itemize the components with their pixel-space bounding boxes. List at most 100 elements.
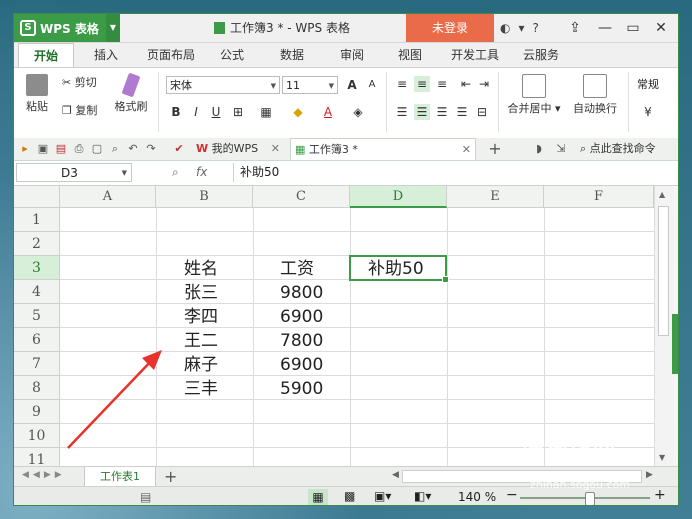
app-name: WPS 表格 — [40, 21, 99, 36]
scroll-left-icon[interactable]: ◀ — [392, 470, 399, 480]
zoom-level[interactable]: 140 % — [458, 490, 496, 504]
tab-data[interactable]: 数据 — [270, 43, 314, 67]
normal-view-icon[interactable]: ▦ — [308, 489, 328, 505]
cut-button[interactable]: ✂ 剪切 — [62, 74, 97, 90]
font-name-select[interactable]: 宋体 ▼ — [166, 76, 280, 94]
align-top-icon[interactable]: ≡ — [394, 76, 410, 92]
bold-button[interactable]: B — [168, 104, 184, 120]
font-color-icon[interactable]: A — [320, 104, 336, 120]
redo-icon[interactable]: ↷ — [144, 142, 158, 156]
chevron-down-icon[interactable]: ▼ — [106, 14, 120, 42]
arrow-icon[interactable]: ⇲ — [554, 142, 568, 156]
zoom-slider-knob[interactable] — [585, 492, 595, 505]
doc-tab-current[interactable]: ▦ 工作簿3 * ✕ — [290, 138, 476, 160]
italic-button[interactable]: I — [188, 104, 204, 120]
tab-review[interactable]: 审阅 — [330, 43, 374, 67]
wps-logo-icon: S — [20, 20, 36, 36]
print-preview-icon[interactable]: ▢ — [90, 142, 104, 156]
formula-input[interactable]: 补助50 — [233, 163, 676, 182]
close-button[interactable]: ✕ — [648, 14, 674, 42]
new-tab-icon[interactable]: + — [488, 141, 502, 157]
indent-decrease-icon[interactable]: ⇤ — [458, 76, 474, 92]
tab-view[interactable]: 视图 — [388, 43, 432, 67]
help-button[interactable]: ? — [533, 21, 539, 35]
currency-icon[interactable]: ¥ — [640, 104, 656, 120]
justify-icon[interactable]: ☰ — [454, 104, 470, 120]
page-layout-view-icon[interactable]: ▣▾ — [374, 489, 391, 503]
tab-page-layout[interactable]: 页面布局 — [138, 43, 204, 67]
watermark-url: zhinan.sogou.com — [530, 478, 631, 491]
page-break-view-icon[interactable]: ▩ — [344, 489, 355, 503]
font-size-select[interactable]: 11 ▼ — [282, 76, 338, 94]
align-bottom-icon[interactable]: ≡ — [434, 76, 450, 92]
align-middle-icon[interactable]: ≡ — [414, 76, 430, 92]
side-panel-handle[interactable] — [672, 314, 678, 374]
scroll-up-icon[interactable]: ▲ — [659, 190, 665, 199]
chevron-icon[interactable]: ◗ — [532, 142, 546, 156]
align-left-icon[interactable]: ☰ — [394, 104, 410, 120]
zoom-search-icon[interactable]: ⌕ — [172, 163, 179, 182]
find-icon[interactable]: ⌕ — [108, 142, 122, 156]
wps-icon: W — [196, 142, 209, 155]
scroll-down-icon[interactable]: ▼ — [659, 453, 665, 462]
divider — [386, 72, 387, 132]
close-icon[interactable]: ✕ — [462, 139, 471, 161]
fill-pattern-icon[interactable]: ▦ — [258, 104, 274, 120]
open-folder-icon[interactable]: ▸ — [18, 142, 32, 156]
app-menu-button[interactable]: S WPS 表格 ▼ — [14, 14, 120, 42]
skin-icon[interactable]: ◐ — [500, 21, 510, 35]
watermark-brand: 搜狗指南 — [520, 436, 616, 464]
number-format-select[interactable]: 常规 — [634, 76, 678, 94]
minimize-button[interactable]: — — [592, 14, 618, 42]
indent-increase-icon[interactable]: ⇥ — [476, 76, 492, 92]
clear-format-icon[interactable]: ◈ — [350, 104, 366, 120]
command-search[interactable]: ⌕ 点此查找命令 — [576, 138, 678, 160]
paste-button[interactable]: 粘贴 — [20, 74, 54, 114]
pdf-icon[interactable]: ▤ — [54, 142, 68, 156]
merge-center-button[interactable]: 合并居中 ▾ — [504, 74, 564, 116]
sheet-tab-1[interactable]: 工作表1 — [84, 467, 156, 487]
doc-tab-my-wps[interactable]: W 我的WPS ✕ — [192, 138, 284, 160]
wrap-icon — [583, 74, 607, 98]
align-center-icon[interactable]: ☰ — [414, 104, 430, 120]
tab-insert[interactable]: 插入 — [84, 43, 128, 67]
font-shrink-button[interactable]: A — [364, 77, 380, 93]
scroll-right-icon[interactable]: ▶ — [646, 470, 653, 480]
close-icon[interactable]: ✕ — [271, 138, 280, 160]
add-sheet-button[interactable]: + — [164, 467, 177, 486]
reading-mode-icon[interactable]: ◧▾ — [414, 489, 431, 503]
window-title: 工作簿3 * - WPS 表格 — [214, 14, 350, 42]
tab-cloud[interactable]: 云服务 — [514, 43, 568, 67]
fx-button[interactable]: fx — [196, 163, 207, 182]
underline-button[interactable]: U — [208, 104, 224, 120]
vertical-scrollbar[interactable]: ▲ ▼ — [654, 186, 673, 466]
pin-icon[interactable]: ✔ — [172, 142, 186, 156]
save-icon[interactable]: ▣ — [36, 142, 50, 156]
border-icon[interactable]: ⊞ — [230, 104, 246, 120]
maximize-button[interactable]: ▭ — [620, 14, 646, 42]
format-painter-button[interactable]: 格式刷 — [112, 72, 150, 114]
brush-icon — [121, 72, 141, 98]
shirt-icon[interactable]: ▾ — [518, 21, 524, 35]
distribute-icon[interactable]: ⊟ — [474, 104, 490, 120]
arrow-shaft — [67, 357, 155, 449]
tab-home[interactable]: 开始 — [18, 43, 74, 67]
undo-icon[interactable]: ↶ — [126, 142, 140, 156]
font-grow-button[interactable]: A — [344, 77, 360, 93]
name-box[interactable]: D3 ▼ — [16, 163, 132, 182]
copy-button[interactable]: ❐ 复制 — [62, 102, 97, 118]
sheet-nav-icon[interactable]: ◀◀▶▶ — [22, 470, 66, 480]
align-right-icon[interactable]: ☰ — [434, 104, 450, 120]
print-icon[interactable]: ⎙ — [72, 142, 86, 156]
upload-icon[interactable]: ⇪ — [562, 14, 588, 42]
wrap-text-button[interactable]: 自动换行 — [570, 74, 620, 116]
login-button[interactable]: 未登录 — [406, 14, 494, 42]
zoom-out-button[interactable]: − — [506, 487, 518, 503]
scroll-thumb[interactable] — [658, 206, 669, 336]
sheet-status-icon: ▤ — [140, 490, 152, 504]
tab-developer[interactable]: 开发工具 — [442, 43, 508, 67]
zoom-in-button[interactable]: + — [654, 487, 666, 503]
fill-color-icon[interactable]: ◆ — [290, 104, 306, 120]
annotation-arrow — [67, 350, 162, 449]
tab-formula[interactable]: 公式 — [210, 43, 254, 67]
